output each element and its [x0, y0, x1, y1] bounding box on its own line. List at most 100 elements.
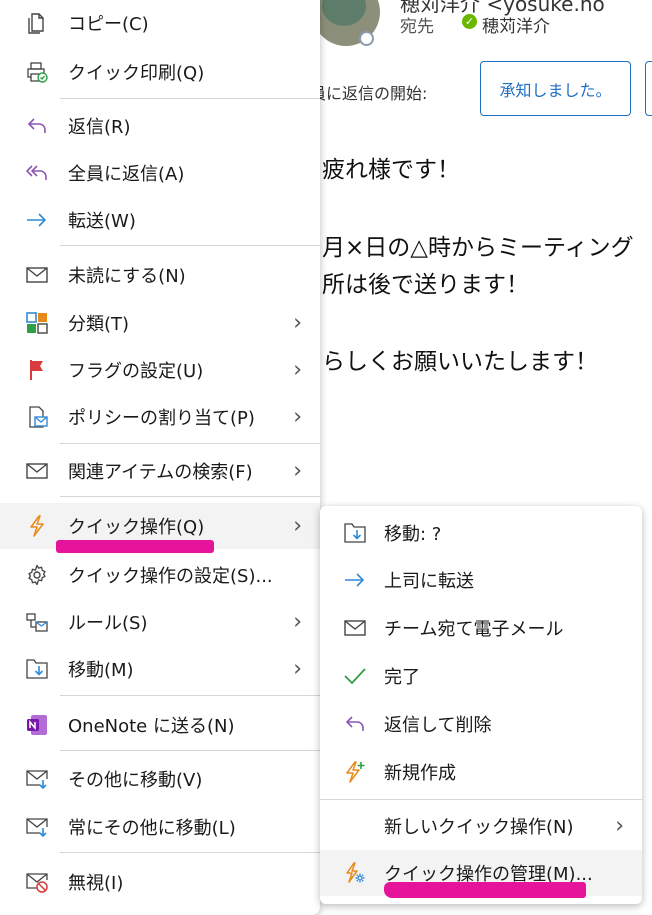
menu-item-flag[interactable]: フラグの設定(U) › — [0, 347, 320, 393]
menu-separator — [60, 750, 320, 751]
menu-item-label: 関連アイテムの検索(F) — [68, 462, 253, 483]
quick-reply-button-2[interactable] — [645, 61, 652, 116]
chevron-right-icon: › — [293, 357, 302, 383]
reply-icon — [344, 713, 366, 735]
email-body-line: 所は後で送ります！ — [322, 272, 529, 298]
quick-print-icon — [26, 61, 48, 83]
submenu-item-label: チーム宛て電子メール — [384, 619, 564, 640]
submenu-item-label: 新規作成 — [384, 763, 456, 784]
forward-arrow-icon — [26, 209, 48, 231]
submenu-item-team-email[interactable]: チーム宛て電子メール — [320, 605, 642, 651]
chevron-right-icon: › — [615, 813, 624, 839]
menu-separator — [60, 245, 320, 246]
menu-item-label: 無視(I) — [68, 873, 124, 894]
email-body-line: 疲れ様です！ — [322, 157, 460, 183]
submenu-item-label: 移動: ? — [384, 524, 442, 545]
chevron-right-icon: › — [293, 310, 302, 336]
menu-separator — [60, 496, 320, 497]
menu-item-label: ポリシーの割り当て(P) — [68, 408, 255, 429]
menu-item-move-to-other[interactable]: その他に移動(V) — [0, 756, 320, 802]
quick-reply-button[interactable]: 承知しました。 — [480, 61, 631, 116]
submenu-item-label: 完了 — [384, 667, 420, 688]
menu-item-label: 分類(T) — [68, 314, 130, 335]
menu-item-move[interactable]: 移動(M) › — [0, 646, 320, 692]
menu-item-label: 全員に返信(A) — [68, 164, 185, 185]
email-body-line: らしくお願いいたします！ — [322, 349, 598, 375]
menu-item-label: 移動(M) — [68, 660, 134, 681]
menu-item-label: コピー(C) — [68, 14, 149, 35]
menu-item-mark-unread[interactable]: 未読にする(N) — [0, 252, 320, 298]
context-menu: コピー(C) クイック印刷(Q) 返信(R) 全員に返信(A) 転送(W) 未読… — [0, 0, 320, 915]
menu-separator — [60, 98, 320, 99]
chevron-right-icon: › — [293, 656, 302, 682]
menu-item-copy[interactable]: コピー(C) — [0, 0, 320, 46]
menu-separator — [60, 695, 320, 696]
submenu-item-done[interactable]: 完了 — [320, 653, 642, 699]
recipient-name[interactable]: 穂苅洋介 — [482, 12, 550, 37]
checkmark-icon — [344, 665, 366, 687]
move-to-folder-icon — [26, 658, 48, 680]
gear-icon — [26, 564, 48, 586]
chevron-right-icon: › — [293, 609, 302, 635]
menu-item-label: 常にその他に移動(L) — [68, 818, 236, 839]
quick-steps-submenu: 移動: ? 上司に転送 チーム宛て電子メール 完了 返信して削除 新規作成 新し… — [320, 506, 642, 904]
menu-item-find-related[interactable]: 関連アイテムの検索(F) › — [0, 448, 320, 494]
menu-item-label: その他に移動(V) — [68, 770, 203, 791]
menu-item-label: 転送(W) — [68, 211, 136, 232]
email-body-line: 月×日の△時からミーティング — [322, 235, 634, 261]
submenu-item-label: 新しいクイック操作(N) — [384, 817, 574, 838]
menu-item-categorize[interactable]: 分類(T) › — [0, 300, 320, 346]
menu-item-reply-all[interactable]: 全員に返信(A) — [0, 150, 320, 196]
menu-item-label: 返信(R) — [68, 117, 131, 138]
submenu-item-move-to[interactable]: 移動: ? — [320, 510, 642, 556]
menu-item-rules[interactable]: ルール(S) › — [0, 599, 320, 645]
menu-item-quick-steps-settings[interactable]: クイック操作の設定(S)... — [0, 552, 320, 598]
menu-item-quick-print[interactable]: クイック印刷(Q) — [0, 49, 320, 95]
menu-item-ignore[interactable]: 無視(I) — [0, 859, 320, 905]
highlight-annotation — [384, 882, 586, 898]
menu-item-label: クイック操作(Q) — [68, 517, 205, 538]
submenu-item-create-new[interactable]: 新規作成 — [320, 749, 642, 795]
menu-item-label: クイック操作の設定(S)... — [68, 566, 273, 587]
submenu-item-new-quick-step[interactable]: 新しいクイック操作(N) › — [320, 803, 642, 849]
menu-item-forward[interactable]: 転送(W) — [0, 197, 320, 243]
envelope-icon — [26, 264, 48, 286]
rules-icon — [26, 611, 48, 633]
menu-item-always-move-to-other[interactable]: 常にその他に移動(L) — [0, 804, 320, 850]
reply-icon — [26, 115, 48, 137]
submenu-separator — [320, 799, 642, 800]
menu-item-label: クイック印刷(Q) — [68, 63, 205, 84]
new-quick-step-icon — [344, 761, 366, 783]
menu-item-onenote[interactable]: OneNote に送る(N) — [0, 702, 320, 748]
chevron-right-icon: › — [293, 513, 302, 539]
categorize-icon — [26, 312, 48, 334]
move-to-other-icon — [26, 768, 48, 790]
policy-icon — [26, 406, 48, 428]
reply-prompt-label: 員に返信の開始: — [310, 84, 428, 103]
menu-separator — [60, 852, 320, 853]
menu-separator — [60, 443, 320, 444]
copy-icon — [26, 12, 48, 34]
chevron-right-icon: › — [293, 404, 302, 430]
available-status-icon: ✓ — [462, 14, 477, 29]
envelope-icon — [344, 617, 366, 639]
highlight-annotation — [56, 540, 214, 553]
submenu-item-label: 返信して削除 — [384, 715, 492, 736]
reply-all-icon — [26, 162, 48, 184]
submenu-item-label: 上司に転送 — [384, 571, 474, 592]
menu-item-label: 未読にする(N) — [68, 266, 186, 287]
lightning-icon — [26, 515, 48, 537]
presence-status-icon — [359, 31, 374, 46]
menu-item-label: ルール(S) — [68, 613, 148, 634]
submenu-item-to-manager[interactable]: 上司に転送 — [320, 557, 642, 603]
menu-item-policy[interactable]: ポリシーの割り当て(P) › — [0, 394, 320, 440]
to-label: 宛先 — [400, 17, 434, 37]
always-move-to-other-icon — [26, 816, 48, 838]
menu-item-label: フラグの設定(U) — [68, 361, 204, 382]
forward-arrow-icon — [344, 569, 366, 591]
ignore-icon — [26, 871, 48, 893]
onenote-icon — [26, 714, 48, 736]
menu-item-reply[interactable]: 返信(R) — [0, 103, 320, 149]
submenu-item-reply-delete[interactable]: 返信して削除 — [320, 701, 642, 747]
chevron-right-icon: › — [293, 458, 302, 484]
